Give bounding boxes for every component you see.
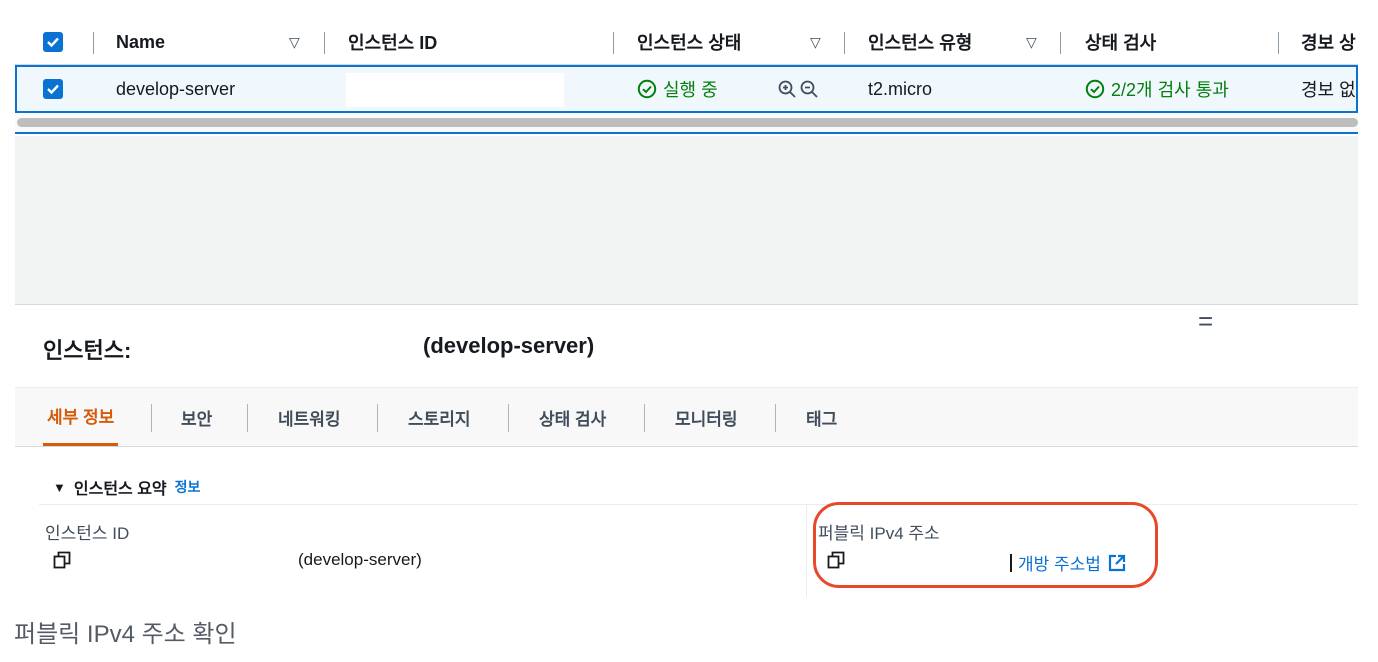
instance-type: t2.micro <box>868 78 933 99</box>
column-header-instance-state[interactable]: 인스턴스 상태 <box>637 20 741 64</box>
tab-separator <box>644 404 645 432</box>
status-check-label: 2/2개 검사 통과 <box>1111 80 1229 100</box>
tab-details[interactable]: 세부 정보 <box>43 388 119 446</box>
tab-tags[interactable]: 태그 <box>806 388 837 446</box>
tab-separator <box>247 404 248 432</box>
instance-state: 실행 중 <box>637 67 718 111</box>
column-header-status-check[interactable]: 상태 검사 <box>1085 20 1156 64</box>
caret-down-icon: ▼ <box>53 479 66 495</box>
state-label: 실행 중 <box>663 80 718 100</box>
section-title: 인스턴스 요약 <box>73 481 167 498</box>
row-checkbox[interactable] <box>43 67 63 111</box>
column-separator <box>1060 32 1061 54</box>
ec2-console-frame: Name ▽ 인스턴스 ID 인스턴스 상태 ▽ 인스턴스 유형 ▽ 상태 검사… <box>15 0 1358 597</box>
tab-storage[interactable]: 스토리지 <box>408 388 471 446</box>
zoom-out-icon[interactable] <box>799 79 819 99</box>
zoom-in-icon[interactable] <box>777 79 797 99</box>
panel-title: 인스턴스: <box>43 338 132 363</box>
status-check[interactable]: 2/2개 검사 통과 <box>1085 67 1229 111</box>
tab-status-checks[interactable]: 상태 검사 <box>539 388 606 446</box>
alarm-status: 경보 없 <box>1301 80 1356 100</box>
table-header-row: Name ▽ 인스턴스 ID 인스턴스 상태 ▽ 인스턴스 유형 ▽ 상태 검사… <box>15 20 1358 65</box>
sort-icon[interactable]: ▽ <box>810 20 821 64</box>
divider <box>39 504 1358 505</box>
copy-icon[interactable] <box>53 551 71 569</box>
tab-separator <box>151 404 152 432</box>
panel-resize-handle-icon[interactable]: = <box>1198 308 1213 334</box>
check-circle-icon <box>1085 79 1105 99</box>
divider <box>806 504 807 597</box>
column-separator <box>93 32 94 54</box>
column-header-instance-type[interactable]: 인스턴스 유형 <box>868 20 972 64</box>
tab-monitoring[interactable]: 모니터링 <box>675 388 738 446</box>
zoom-controls <box>777 67 819 111</box>
instance-id-label: 인스턴스 ID <box>45 524 130 543</box>
column-separator <box>844 32 845 54</box>
instance-id-value: (develop-server) <box>298 550 422 569</box>
select-all-checkbox[interactable] <box>43 20 63 64</box>
column-separator <box>1278 32 1279 54</box>
sort-icon[interactable]: ▽ <box>1026 20 1037 64</box>
column-separator <box>324 32 325 54</box>
tab-separator <box>775 404 776 432</box>
horizontal-scrollbar[interactable] <box>15 114 1358 134</box>
tab-security[interactable]: 보안 <box>181 388 212 446</box>
tab-separator <box>508 404 509 432</box>
tab-networking[interactable]: 네트워킹 <box>278 388 341 446</box>
table-empty-area <box>15 136 1358 305</box>
instance-name: develop-server <box>116 78 236 99</box>
redacted-instance-id <box>346 73 564 107</box>
column-separator <box>613 32 614 54</box>
column-header-instance-id[interactable]: 인스턴스 ID <box>348 20 437 64</box>
info-link[interactable]: 정보 <box>175 477 201 497</box>
panel-instance-name: (develop-server) <box>423 333 595 358</box>
table-row[interactable]: develop-server 실행 중 t2.micro 2/2개 검사 통과 … <box>15 65 1358 113</box>
sort-icon[interactable]: ▽ <box>289 20 300 64</box>
column-header-name[interactable]: Name <box>116 20 165 64</box>
check-circle-icon <box>637 79 657 99</box>
detail-tabs: 세부 정보 보안 네트워킹 스토리지 상태 검사 모니터링 태그 <box>15 387 1358 447</box>
instance-summary-header[interactable]: ▼ 인스턴스 요약 정보 <box>53 475 200 499</box>
tab-separator <box>377 404 378 432</box>
column-header-alarm-status[interactable]: 경보 상 <box>1301 20 1356 64</box>
highlight-annotation <box>813 502 1158 588</box>
scrollbar-thumb[interactable] <box>17 118 1358 127</box>
caption: 퍼블릭 IPv4 주소 확인 <box>14 621 237 648</box>
